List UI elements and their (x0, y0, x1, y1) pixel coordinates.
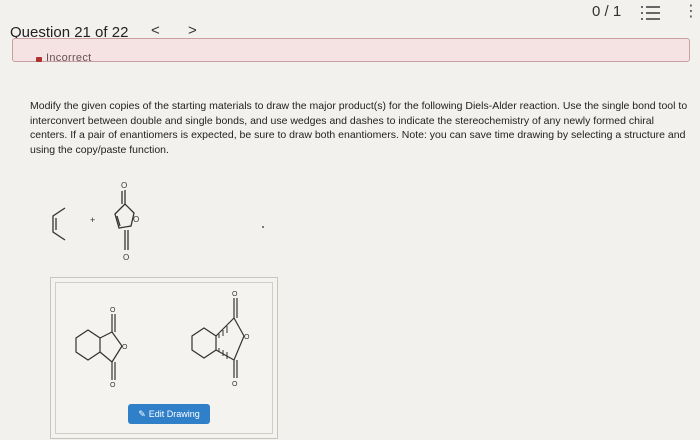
edit-drawing-label: Edit Drawing (148, 409, 200, 419)
product-left-ring-oxygen: O (122, 344, 128, 351)
dash-bonds (218, 326, 228, 359)
product-right (191, 298, 245, 378)
question-list-icon[interactable] (641, 5, 661, 21)
product-right-ring-oxygen: O (244, 334, 250, 341)
previous-question-button[interactable]: < (151, 22, 160, 39)
product-left-oxygen-bottom: O (110, 382, 116, 388)
incorrect-icon (36, 57, 42, 62)
plus-sign: + (90, 215, 95, 225)
pencil-icon: ✎ (138, 409, 146, 419)
feedback-banner: Incorrect (12, 38, 690, 64)
carbonyl-oxygen-bottom: O (123, 253, 129, 262)
product-left-oxygen-top: O (110, 307, 116, 314)
reactants-structure: + O O O (52, 181, 139, 262)
maleic-anhydride (114, 190, 135, 250)
carbonyl-oxygen-top: O (121, 181, 127, 190)
butadiene (52, 207, 66, 241)
product-right-oxygen-bottom: O (232, 381, 238, 388)
feedback-status: Incorrect (46, 52, 92, 64)
question-instructions: Modify the given copies of the starting … (30, 100, 688, 156)
product-structures: O O O O O O (75, 291, 250, 388)
ring-oxygen: O (133, 215, 139, 224)
score-display: 0 / 1 (592, 3, 622, 20)
more-options-icon[interactable]: ⋮ (683, 4, 699, 20)
edit-drawing-button[interactable]: ✎ Edit Drawing (128, 404, 210, 424)
stray-dot (262, 226, 264, 228)
next-question-button[interactable]: > (188, 22, 197, 39)
product-left (75, 314, 123, 380)
product-right-oxygen-top: O (232, 291, 238, 298)
